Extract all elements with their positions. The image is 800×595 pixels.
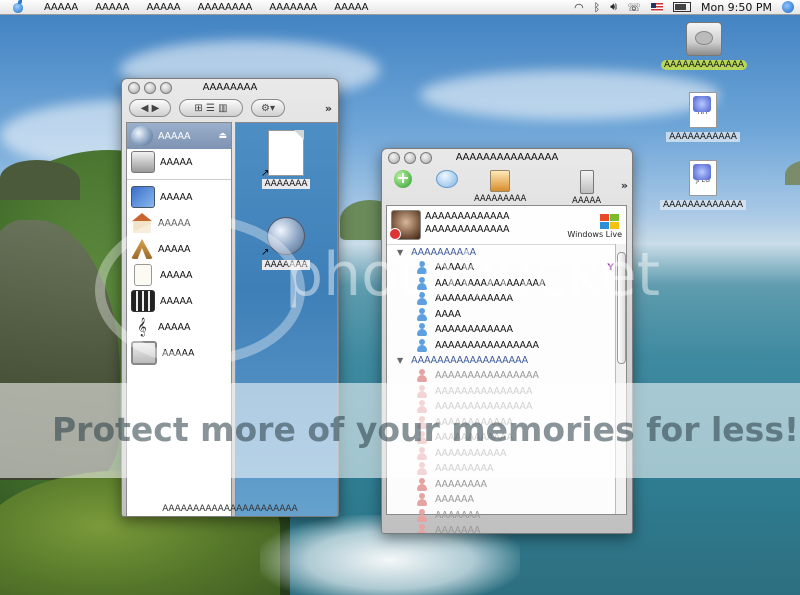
menu-file[interactable]: ААААА	[95, 2, 129, 13]
contact-row[interactable]: ААААААА	[387, 508, 626, 524]
watermark-logo	[95, 215, 305, 365]
buddy-online-icon	[417, 338, 427, 352]
toolbar-overflow-icon[interactable]: »	[621, 179, 628, 192]
contact-row[interactable]: АААААААА	[387, 477, 626, 493]
desktop-icon-label: ААААААААААААА	[660, 60, 748, 70]
eject-icon[interactable]: ⏏	[218, 131, 227, 141]
desktop-icon-jpeg[interactable]: JPEG ААААААААААААА	[638, 160, 768, 210]
sidebar-item-label: ААААА	[160, 156, 193, 168]
sidebar-item-network-disk[interactable]: ААААА ⏏	[127, 123, 231, 149]
contact-name: АААААААААААААААА	[435, 339, 539, 351]
bluetooth-icon[interactable]: ᛒ	[594, 1, 601, 14]
sidebar-item-label: ААААА	[158, 130, 191, 142]
battery-icon[interactable]	[672, 2, 691, 12]
document-icon	[268, 130, 304, 176]
desktop-icon-label: ААААААААААААА	[659, 200, 747, 210]
menu-bar: ААААА ААААА ААААА АААААААА ААААААА ААААА…	[0, 0, 800, 15]
network-disk-icon	[131, 126, 153, 146]
profile-name[interactable]: ААААААААААААА	[425, 211, 509, 222]
mobile-button[interactable]: ААААА	[572, 170, 601, 206]
sidebar-divider	[127, 179, 231, 180]
menu-help[interactable]: ААААА	[334, 2, 368, 13]
wifi-icon[interactable]: ◠	[574, 1, 584, 14]
brand-label: Windows Live	[567, 230, 622, 239]
mobile-phone-icon	[579, 170, 594, 194]
desktop-icon-tiff[interactable]: TIFF ААААААААААА	[655, 92, 751, 142]
profile-personal-message[interactable]: ААААААААААААА	[425, 224, 509, 235]
headland	[0, 160, 80, 200]
apple-menu-icon[interactable]	[12, 0, 26, 13]
contact-row[interactable]: ААААААА	[387, 523, 626, 534]
menu-extras: ◠ ᛒ 🔊︎ ☏ Mon 9:50 PM	[564, 0, 800, 14]
watermark-brand: photobucket	[285, 240, 661, 310]
menu-view[interactable]: АААААААА	[198, 2, 253, 13]
back-forward-button[interactable]: ◀ ▶	[129, 99, 171, 117]
spotlight-icon[interactable]	[782, 1, 794, 13]
phone-icon[interactable]: ☏	[627, 1, 641, 14]
watermark-text: Protect more of your memories for less!	[52, 410, 800, 449]
send-photo-button[interactable]: ААААААААА	[474, 170, 526, 204]
contact-group-label: АААААААААААААААААА	[411, 355, 529, 366]
photo-icon	[490, 170, 511, 192]
add-icon: +	[394, 170, 412, 188]
sidebar-item-desktop[interactable]: ААААА	[127, 184, 231, 210]
contact-name: АААААААААААА	[435, 324, 513, 336]
sidebar-item-label: ААААА	[160, 191, 193, 203]
chat-bubble-icon	[436, 170, 458, 188]
disclosure-triangle-icon[interactable]: ▼	[397, 356, 403, 365]
buddy-offline-icon	[417, 493, 427, 507]
view-switcher[interactable]: ⊞ ☰ ▥	[179, 99, 243, 117]
contact-name: АААААААААААААААА	[435, 370, 539, 382]
hard-drive-icon	[131, 151, 155, 173]
contact-row[interactable]: АААААААААААААААА	[387, 368, 626, 384]
jpeg-file-icon: JPEG	[689, 160, 717, 196]
action-menu-button[interactable]: ⚙ ▾	[251, 99, 285, 117]
contact-name: АААААА	[435, 494, 474, 506]
distant-headland	[785, 160, 800, 185]
gear-icon: ⚙	[261, 102, 270, 114]
sidebar-item-hard-drive[interactable]: ААААА	[127, 149, 231, 175]
menu-window[interactable]: ААААААА	[269, 2, 317, 13]
menu-clock[interactable]: Mon 9:50 PM	[701, 1, 772, 14]
status-bar: АААААААААААААААААААААА	[162, 504, 298, 514]
buddy-offline-icon	[417, 477, 427, 491]
send-message-button[interactable]	[436, 170, 458, 190]
windows-live-logo-icon	[600, 214, 620, 230]
tiff-file-icon: TIFF	[689, 92, 717, 128]
contact-row[interactable]: АААААА	[387, 492, 626, 508]
contact-group-header[interactable]: ▼ АААААААААААААААААА	[387, 353, 626, 368]
menu-app[interactable]: ААААА	[44, 2, 78, 13]
buddy-offline-icon	[417, 508, 427, 522]
contact-row[interactable]: АААААААААААААААА	[387, 338, 626, 354]
window-title: ААААААААААААААА	[455, 152, 559, 163]
contact-name: ААААААА	[435, 509, 481, 521]
status-busy-icon[interactable]	[389, 228, 401, 240]
contact-name: АААААААА	[435, 478, 487, 490]
contact-row[interactable]: АААААААААААА	[387, 322, 626, 338]
buddy-offline-icon	[417, 524, 427, 533]
finder-item-label: ААААААА	[262, 179, 310, 189]
contact-name: ААААААА	[435, 525, 481, 534]
input-flag-icon[interactable]	[650, 2, 663, 12]
alias-arrow-icon: ↗	[261, 168, 270, 179]
volume-icon[interactable]: 🔊︎	[610, 0, 617, 14]
add-contact-button[interactable]: +	[394, 170, 412, 190]
messenger-titlebar[interactable]: ААААААААААААААА	[382, 149, 632, 167]
messenger-toolbar: + ААААААААА ААААА »	[382, 167, 632, 206]
hard-drive-icon	[686, 22, 722, 56]
finder-item-document[interactable]: ↗ ААААААА	[241, 130, 331, 189]
desktop-icon-hard-drive[interactable]: ААААААААААААА	[630, 22, 778, 70]
toolbar-overflow-icon[interactable]: »	[325, 102, 332, 115]
contact-name: АААА	[435, 308, 461, 320]
menu-edit[interactable]: ААААА	[146, 2, 180, 13]
finder-toolbar: ◀ ▶ ⊞ ☰ ▥ ⚙ ▾ »	[122, 97, 338, 119]
window-title: АААААААА	[202, 82, 258, 93]
desktop-icon-label: ААААААААААА	[666, 132, 740, 142]
toolbar-label: ААААААААА	[474, 194, 527, 204]
finder-titlebar[interactable]: АААААААА	[122, 79, 338, 97]
buddy-online-icon	[417, 323, 427, 337]
desktop-icon	[131, 186, 155, 208]
buddy-offline-icon	[417, 369, 427, 383]
